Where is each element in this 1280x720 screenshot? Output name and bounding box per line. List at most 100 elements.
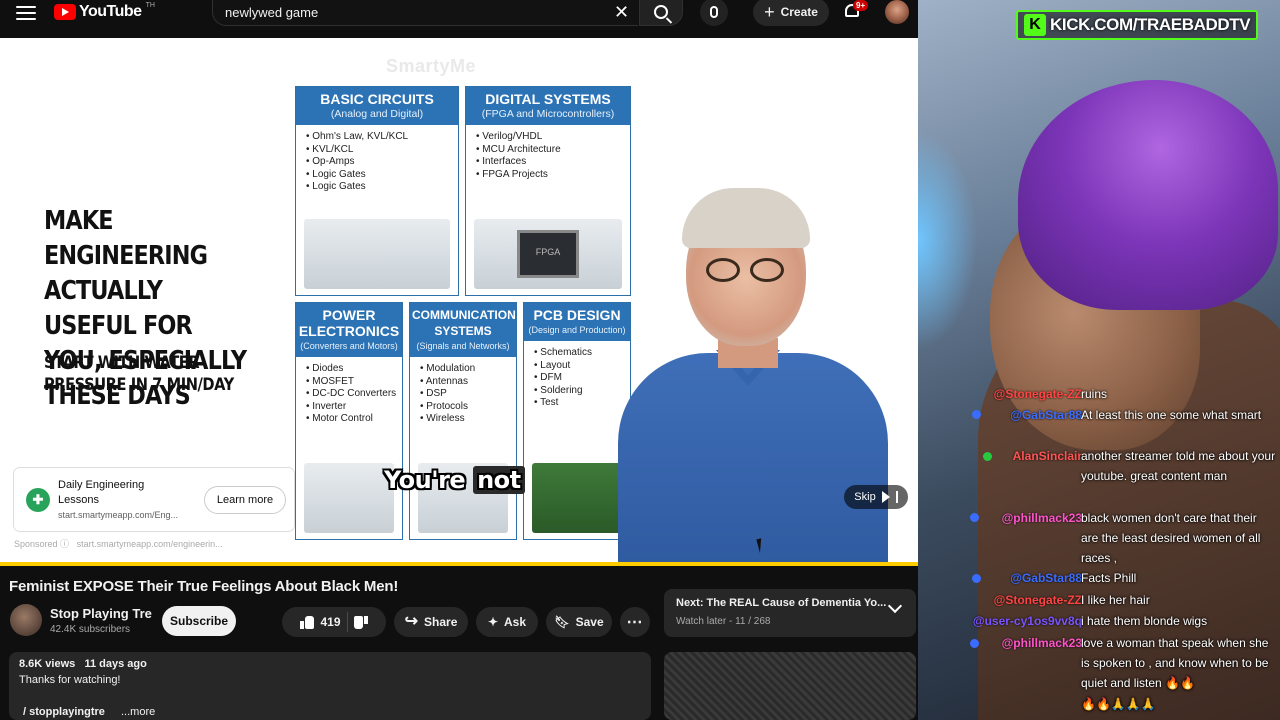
presenter-hair (682, 188, 810, 248)
light-glow (918, 130, 978, 350)
skip-label: Skip (854, 491, 876, 503)
kick-logo-icon: K (1024, 14, 1046, 36)
search-icon (654, 5, 668, 19)
chat-username: AlanSinclair (1012, 449, 1082, 463)
card-list: Verilog/VHDL MCU Architecture Interfaces… (466, 125, 630, 181)
list-item: MCU Architecture (476, 144, 630, 157)
card-subtitle: (FPGA and Microcontrollers) (481, 108, 615, 120)
card-list: Modulation Antennas DSP Protocols Wirele… (410, 357, 516, 426)
more-icon: ⋯ (626, 614, 644, 631)
screen: YouTube TH newlywed game ✕ + Create 9+ S… (0, 0, 1280, 720)
skip-next-icon (881, 491, 890, 503)
sponsored-text: Sponsored (14, 539, 58, 549)
chat-message: 🔥🔥🙏🙏🙏 (1081, 697, 1156, 711)
channel-name[interactable]: Stop Playing Tre (50, 606, 152, 621)
search-query: newlywed game (225, 4, 319, 20)
caption-word: You're (384, 466, 466, 494)
plus-icon: + (764, 2, 775, 22)
list-item: MOSFET (306, 376, 402, 389)
subscribe-button[interactable]: Subscribe (162, 606, 236, 636)
sponsored-url: start.smartymeapp.com/engineerin... (76, 539, 223, 549)
voice-search-button[interactable] (700, 0, 728, 26)
skip-ad-button[interactable]: Skip (844, 485, 908, 509)
bookmark-icon: 🔖︎ (554, 615, 570, 629)
advertiser-icon: ✚ (26, 488, 50, 512)
card-title: COMMUNICATION SYSTEMS (412, 308, 516, 338)
next-up-panel[interactable]: Next: The REAL Cause of Dementia Yo... W… (664, 589, 916, 637)
next-title: Next: The REAL Cause of Dementia Yo... (676, 597, 887, 609)
youtube-logo[interactable]: YouTube TH (54, 2, 155, 21)
search-input[interactable]: newlywed game (212, 0, 638, 26)
list-item: DSP (420, 388, 516, 401)
list-item: Antennas (420, 376, 516, 389)
skip-bar-icon (895, 491, 898, 503)
chip-icon: FPGA (517, 230, 579, 278)
share-button[interactable]: ↪ Share (394, 607, 468, 637)
chat-username: @GabStar88 (1010, 571, 1082, 585)
like-count[interactable]: 419 (320, 615, 340, 629)
create-button[interactable]: + Create (753, 0, 829, 26)
menu-icon[interactable] (16, 6, 36, 20)
view-stats: 8.6K views 11 days ago (19, 658, 147, 670)
like-icon[interactable] (300, 615, 315, 629)
chevron-down-icon[interactable] (887, 598, 903, 614)
chat-username: @Stonegate-ZZ (993, 593, 1082, 607)
list-item: Protocols (420, 401, 516, 414)
share-icon: ↪ (404, 613, 419, 630)
channel-avatar[interactable] (10, 604, 42, 636)
search-button[interactable] (639, 0, 683, 26)
chat-username: @phillmack23 (1001, 636, 1082, 650)
logo-text: YouTube (79, 3, 142, 20)
card-subtitle: (Converters and Motors) (300, 341, 398, 351)
description-box[interactable]: 8.6K views 11 days ago Thanks for watchi… (9, 652, 651, 720)
chat-message: At least this one some what smart (1081, 408, 1262, 422)
card-subtitle: (Analog and Digital) (330, 108, 424, 120)
list-item: DC-DC Converters (306, 388, 402, 401)
video-player[interactable]: SmartyMe MAKE ENGINEERING ACTUALLY USEFU… (0, 38, 918, 563)
divider (346, 612, 348, 632)
advertiser-url: start.smartymeapp.com/Eng... (58, 510, 179, 520)
dislike-icon[interactable] (354, 616, 368, 629)
ad-watermark: SmartyMe (386, 56, 477, 76)
next-subtitle: Watch later - 11 / 268 (676, 616, 771, 627)
video-caption: You're not (384, 466, 525, 494)
list-item: Verilog/VHDL (476, 131, 630, 144)
account-avatar[interactable] (885, 0, 909, 24)
card-header: POWER ELECTRONICS (Converters and Motors… (296, 303, 402, 357)
save-button[interactable]: 🔖︎ Save (546, 607, 612, 637)
chip-label: FPGA (535, 247, 561, 257)
show-more-link[interactable]: ...more (121, 706, 155, 718)
advertiser-title: Daily Engineering Lessons (58, 479, 145, 506)
ad-progress-bar[interactable] (0, 562, 918, 566)
card-list: Ohm's Law, KVL/KCL KVL/KCL Op-Amps Logic… (296, 125, 458, 194)
chat-username: @user-cy1os9vv8q (972, 614, 1082, 628)
topic-card-communication-systems: COMMUNICATION SYSTEMS (Signals and Netwo… (409, 302, 517, 540)
subscriber-count: 42.4K subscribers (50, 624, 131, 635)
logo-region: TH (145, 2, 155, 9)
card-header: DIGITAL SYSTEMS (FPGA and Microcontrolle… (466, 87, 630, 125)
more-actions-button[interactable]: ⋯ (620, 607, 650, 637)
list-item: Modulation (420, 363, 516, 376)
list-item: KVL/KCL (306, 144, 458, 157)
notification-badge: 9+ (853, 0, 869, 11)
kick-banner: K KICK.COM/TRAEBADDTV (1016, 10, 1259, 40)
youtube-top-bar: YouTube TH newlywed game ✕ + Create 9+ (0, 0, 918, 38)
clear-search-icon[interactable]: ✕ (614, 3, 629, 21)
chat-message: love a woman that speak when she is spok… (1081, 636, 1269, 690)
save-label: Save (575, 615, 604, 629)
ask-button[interactable]: ✦ Ask (476, 607, 538, 637)
chat-username: @Stonegate-ZZ (993, 387, 1082, 401)
youtube-play-icon (54, 4, 76, 20)
ad-overlay[interactable]: ✚ Daily Engineering Lessons start.smarty… (14, 468, 294, 531)
list-item: Logic Gates (306, 181, 458, 194)
learn-more-button[interactable]: Learn more (204, 486, 286, 514)
share-label: Share (424, 615, 458, 629)
chat-username: @GabStar88 (1010, 408, 1082, 422)
channel-handle-link[interactable]: / stopplayingtre (23, 706, 105, 718)
card-list: Diodes MOSFET DC-DC Converters Inverter … (296, 357, 402, 426)
view-count: 8.6K views (19, 658, 76, 670)
card-title: DIGITAL SYSTEMS (485, 91, 611, 107)
related-video-thumbnail[interactable] (664, 652, 916, 720)
like-dislike-group: 419 (282, 607, 386, 637)
chat-message: another streamer told me about your yout… (1081, 449, 1276, 483)
